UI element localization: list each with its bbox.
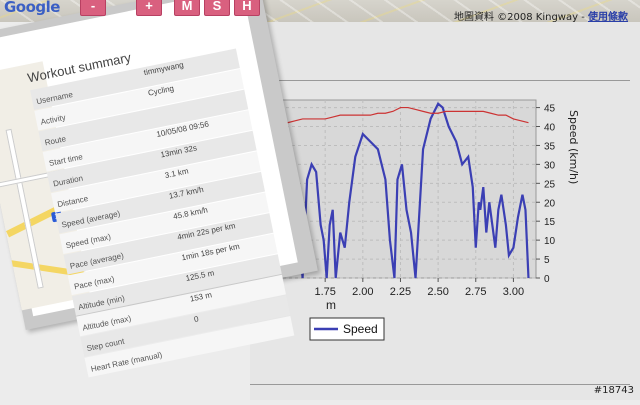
google-logo: Google bbox=[4, 0, 60, 16]
x-tick-label: 2.00 bbox=[352, 286, 373, 298]
chart-panel: 0 5 10 15 20 25 30 35 40 45 1.75 2.00 2.25 2.50 2.75 3.… bbox=[250, 22, 640, 400]
y-tick-label: 0 bbox=[544, 274, 550, 285]
summary-value: 3.1 km bbox=[163, 166, 190, 181]
summary-label: Activity bbox=[39, 112, 67, 127]
map-attribution: 地圖資料 ©2008 Kingway - 使用條款 bbox=[454, 8, 628, 22]
zoom-out-button[interactable]: - bbox=[80, 0, 106, 16]
y-tick-label: 30 bbox=[544, 160, 556, 171]
map-type-satellite-button[interactable]: S bbox=[204, 0, 230, 16]
summary-label: Route bbox=[44, 134, 67, 148]
x-axis-label: m bbox=[326, 298, 336, 312]
x-tick-label: 3.00 bbox=[503, 286, 524, 298]
panel-divider-top bbox=[250, 80, 630, 81]
zoom-in-button[interactable]: + bbox=[136, 0, 162, 16]
y-tick-label: 35 bbox=[544, 141, 556, 152]
summary-value: 0 bbox=[193, 314, 200, 325]
y-axis-label: Speed (km/h) bbox=[567, 110, 580, 184]
y-tick-label: 40 bbox=[544, 123, 556, 134]
summary-label: Heart Rate (manual) bbox=[90, 350, 163, 374]
attribution-text: 地圖資料 ©2008 Kingway - bbox=[453, 12, 585, 22]
y-tick-label: 25 bbox=[544, 179, 556, 190]
legend-label: Speed bbox=[343, 322, 378, 336]
map-type-map-button[interactable]: M bbox=[174, 0, 200, 16]
y-tick-label: 20 bbox=[544, 198, 556, 209]
x-tick-label: 1.75 bbox=[314, 286, 335, 298]
summary-label: Duration bbox=[52, 173, 84, 189]
y-tick-label: 15 bbox=[544, 217, 556, 228]
speed-chart: 0 5 10 15 20 25 30 35 40 45 1.75 2.00 2.25 2.50 2.75 3.… bbox=[279, 99, 580, 341]
map-type-hybrid-button[interactable]: H bbox=[234, 0, 260, 16]
panel-divider-bottom bbox=[250, 384, 630, 385]
workout-summary-card: 1 Workout summary UsernametimmywangActiv… bbox=[0, 0, 318, 378]
y-tick-label: 5 bbox=[544, 255, 550, 266]
x-tick-label: 2.50 bbox=[427, 286, 448, 298]
summary-value: 153 m bbox=[189, 290, 213, 304]
y-tick-label: 45 bbox=[544, 104, 556, 115]
x-tick-label: 2.75 bbox=[465, 286, 486, 298]
y-tick-label: 10 bbox=[544, 236, 556, 247]
terms-of-use-link[interactable]: 使用條款 bbox=[588, 12, 628, 22]
watermark: #18743 bbox=[593, 385, 634, 396]
x-tick-label: 2.25 bbox=[390, 286, 411, 298]
